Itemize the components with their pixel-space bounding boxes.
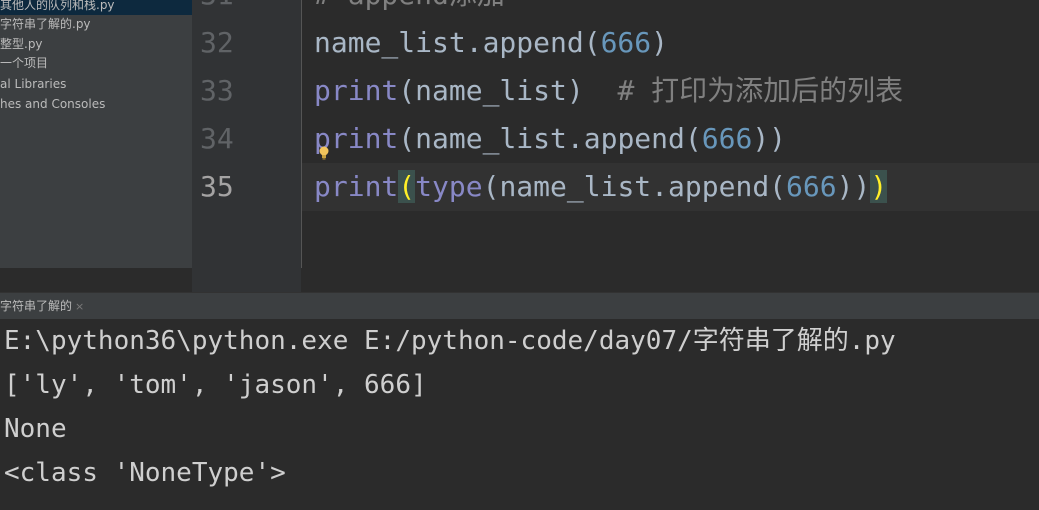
gutter-extension <box>192 268 301 292</box>
tree-item-int-file[interactable]: 整型.py <box>0 34 43 54</box>
tree-item-string-file[interactable]: 字符串了解的.py <box>0 14 91 34</box>
project-tree-panel: 其他人的队列和栈.py 字符串了解的.py 整型.py 一个项目 al Libr… <box>0 0 192 292</box>
console-line: None <box>4 414 67 444</box>
editor-bottom-gap <box>0 268 1039 292</box>
close-icon[interactable]: × <box>75 300 84 313</box>
run-tab[interactable]: 字符串了解的 × <box>0 293 92 319</box>
line-number: 34 <box>200 122 234 155</box>
console-line: ['ly', 'tom', 'jason', 666] <box>4 370 427 400</box>
tree-item-label: 整型.py <box>0 37 43 51</box>
tree-item-label: al Libraries <box>0 77 67 91</box>
code-line[interactable]: name_list.append(666) <box>314 19 668 67</box>
tree-item-label: 其他人的队列和栈.py <box>0 0 115 12</box>
code-line[interactable]: print(type(name_list.append(666))) <box>314 163 888 211</box>
tree-item-project-folder[interactable]: 一个项目 <box>0 53 48 73</box>
tree-item-scratches-consoles[interactable]: hes and Consoles <box>0 94 105 114</box>
run-tab-label: 字符串了解的 <box>0 299 73 313</box>
tree-item-label: 一个项目 <box>0 56 49 70</box>
line-number: 33 <box>200 74 234 107</box>
gutter-divider <box>301 0 302 268</box>
line-number: 32 <box>200 26 234 59</box>
code-editor[interactable]: 31 32 33 34 35 # append添加 name_list.appe… <box>192 0 1039 268</box>
tree-item-label: 字符串了解的.py <box>0 17 91 31</box>
console-line-command: E:\python36\python.exe E:/python-code/da… <box>4 326 896 356</box>
console-line: <class 'NoneType'> <box>4 458 286 488</box>
code-line[interactable]: print(name_list) # 打印为添加后的列表 <box>314 67 903 115</box>
tree-item-label: hes and Consoles <box>0 97 106 111</box>
line-number-current: 35 <box>200 170 234 203</box>
run-console-output[interactable]: E:\python36\python.exe E:/python-code/da… <box>0 319 1039 510</box>
code-line[interactable]: print(name_list.append(666)) <box>314 115 786 163</box>
run-panel-header: 字符串了解的 × <box>0 292 1039 319</box>
lightbulb-icon[interactable] <box>319 146 329 160</box>
line-number: 31 <box>200 0 234 19</box>
tree-item-queue-stack-file[interactable]: 其他人的队列和栈.py <box>0 0 192 15</box>
tree-item-external-libraries[interactable]: al Libraries <box>0 74 66 94</box>
code-line[interactable]: # append添加 <box>314 0 505 19</box>
